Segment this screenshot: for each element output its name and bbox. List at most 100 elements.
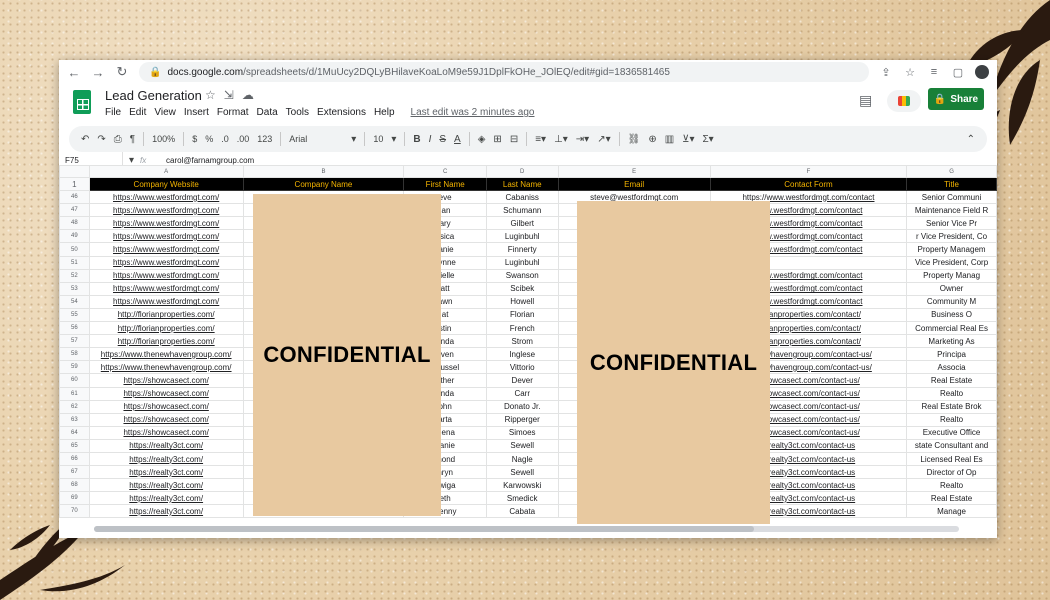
- table-cell[interactable]: Commercial Real Es: [906, 321, 997, 336]
- row-number[interactable]: 57: [59, 334, 90, 349]
- column-header-g[interactable]: G: [906, 165, 997, 178]
- table-cell[interactable]: https://www.westfordmgt.com/: [88, 216, 244, 231]
- table-cell[interactable]: https://realty3ct.com/: [88, 465, 244, 480]
- forward-icon[interactable]: →: [91, 65, 105, 80]
- collapse-toolbar-icon[interactable]: ⌃: [967, 134, 975, 145]
- chevron-down-icon[interactable]: ▾: [129, 155, 134, 166]
- row-number[interactable]: 53: [59, 281, 90, 296]
- print-icon[interactable]: ⎙: [114, 134, 122, 145]
- functions-icon[interactable]: Σ▾: [703, 134, 714, 145]
- header-cell[interactable]: Company Name: [242, 176, 405, 192]
- table-cell[interactable]: Carr: [485, 386, 559, 401]
- table-cell[interactable]: https://realty3ct.com/: [88, 451, 244, 467]
- star-icon[interactable]: ☆: [205, 88, 216, 102]
- table-cell[interactable]: http://florianproperties.com/: [88, 334, 244, 349]
- column-header-b[interactable]: B: [242, 165, 405, 178]
- table-cell[interactable]: Real Estate: [906, 373, 997, 388]
- strikethrough-button[interactable]: S: [439, 134, 446, 145]
- table-cell[interactable]: https://www.westfordmgt.com/: [88, 190, 244, 205]
- table-cell[interactable]: https://showcasect.com/: [88, 399, 244, 414]
- row-number[interactable]: 52: [59, 268, 90, 283]
- last-edit-link[interactable]: Last edit was 2 minutes ago: [411, 107, 535, 118]
- row-number[interactable]: 1: [59, 176, 90, 192]
- header-cell[interactable]: Email: [557, 176, 711, 192]
- text-rotation-icon[interactable]: ↗▾: [597, 134, 610, 145]
- table-cell[interactable]: https://www.westfordmgt.com/: [88, 255, 244, 270]
- table-cell[interactable]: Donato Jr.: [485, 399, 559, 414]
- table-cell[interactable]: Business O: [906, 307, 997, 323]
- row-number[interactable]: 54: [59, 294, 90, 309]
- decrease-decimal-button[interactable]: .0: [221, 134, 229, 144]
- comment-history-icon[interactable]: ▤: [859, 92, 872, 109]
- row-number[interactable]: 48: [59, 216, 90, 231]
- row-number[interactable]: 56: [59, 321, 90, 336]
- insert-link-icon[interactable]: ⛓: [628, 134, 641, 145]
- table-cell[interactable]: Executive Office: [906, 425, 997, 440]
- table-cell[interactable]: https://realty3ct.com/: [88, 438, 244, 453]
- split-view-icon[interactable]: ▢: [951, 66, 965, 79]
- table-cell[interactable]: Cabaniss: [485, 190, 559, 205]
- row-number[interactable]: 50: [59, 242, 90, 257]
- table-cell[interactable]: Finnerty: [485, 242, 559, 257]
- table-cell[interactable]: Marketing As: [906, 334, 997, 349]
- row-number[interactable]: 70: [59, 504, 90, 519]
- share-button[interactable]: 🔒 Share: [928, 88, 984, 110]
- table-cell[interactable]: Principa: [906, 347, 997, 362]
- column-header-d[interactable]: D: [485, 165, 559, 178]
- formula-input[interactable]: carol@farnamgroup.com: [166, 156, 254, 165]
- table-cell[interactable]: Howell: [485, 294, 559, 309]
- more-formats-button[interactable]: 123: [257, 134, 272, 144]
- table-cell[interactable]: Senior Communi: [906, 190, 997, 205]
- table-cell[interactable]: Manage: [906, 504, 997, 519]
- table-cell[interactable]: Owner: [906, 281, 997, 296]
- table-cell[interactable]: http://florianproperties.com/: [88, 321, 244, 336]
- table-cell[interactable]: Ripperger: [485, 412, 559, 427]
- scrollbar-thumb[interactable]: [94, 526, 754, 532]
- table-cell[interactable]: Real Estate Brok: [906, 399, 997, 414]
- table-cell[interactable]: https://www.westfordmgt.com/: [88, 281, 244, 296]
- profile-avatar[interactable]: [975, 65, 989, 79]
- table-cell[interactable]: Realto: [906, 386, 997, 401]
- spreadsheet-grid[interactable]: ABCDEFG 1 Company Website Company Name Firs…: [59, 165, 997, 519]
- merge-cells-icon[interactable]: ⊟: [510, 134, 518, 145]
- table-cell[interactable]: Cabata: [485, 504, 559, 519]
- filter-icon[interactable]: ⊻▾: [682, 134, 694, 145]
- row-number[interactable]: 64: [59, 425, 90, 440]
- table-cell[interactable]: Dever: [485, 373, 559, 388]
- row-number[interactable]: 49: [59, 229, 90, 244]
- table-cell[interactable]: Smedick: [485, 491, 559, 506]
- table-cell[interactable]: Luginbuhl: [485, 229, 559, 244]
- table-cell[interactable]: Swanson: [485, 268, 559, 283]
- table-cell[interactable]: http://florianproperties.com/: [88, 307, 244, 323]
- redo-icon[interactable]: ↷: [97, 134, 105, 145]
- menu-format[interactable]: Format: [217, 107, 249, 118]
- table-cell[interactable]: Senior Vice Pr: [906, 216, 997, 231]
- row-number[interactable]: 60: [59, 373, 90, 388]
- table-cell[interactable]: Inglese: [485, 347, 559, 362]
- column-header-e[interactable]: E: [557, 165, 711, 178]
- media-queue-icon[interactable]: ≡: [927, 66, 941, 78]
- insert-chart-icon[interactable]: ▥: [665, 134, 674, 145]
- cloud-status-icon[interactable]: ☁: [242, 88, 254, 102]
- table-cell[interactable]: https://showcasect.com/: [88, 425, 244, 440]
- row-number[interactable]: 59: [59, 360, 90, 375]
- horizontal-scrollbar[interactable]: [94, 526, 959, 532]
- table-cell[interactable]: Maintenance Field R: [906, 203, 997, 218]
- column-header-f[interactable]: F: [709, 165, 908, 178]
- paint-format-icon[interactable]: ¶: [130, 134, 135, 145]
- table-cell[interactable]: https://www.westfordmgt.com/: [88, 203, 244, 218]
- row-number[interactable]: 51: [59, 255, 90, 270]
- header-cell[interactable]: Contact Form: [709, 176, 908, 192]
- borders-icon[interactable]: ⊞: [493, 134, 501, 145]
- menu-data[interactable]: Data: [257, 107, 278, 118]
- menu-extensions[interactable]: Extensions: [317, 107, 366, 118]
- increase-decimal-button[interactable]: .00: [237, 134, 250, 144]
- table-cell[interactable]: r Vice President, Co: [906, 229, 997, 244]
- row-number[interactable]: 58: [59, 347, 90, 362]
- undo-icon[interactable]: ↶: [81, 134, 89, 145]
- table-cell[interactable]: Gilbert: [485, 216, 559, 231]
- column-header-c[interactable]: C: [403, 165, 487, 178]
- table-cell[interactable]: https://www.westfordmgt.com/: [88, 268, 244, 283]
- menu-tools[interactable]: Tools: [286, 107, 309, 118]
- table-cell[interactable]: https://www.westfordmgt.com/: [88, 242, 244, 257]
